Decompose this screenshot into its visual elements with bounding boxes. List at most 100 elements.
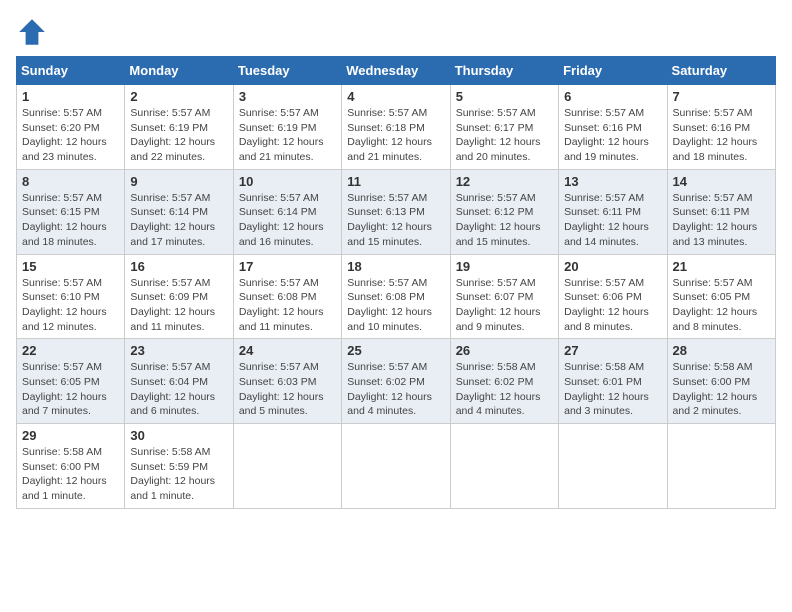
table-cell: 17 Sunrise: 5:57 AMSunset: 6:08 PMDayligh… xyxy=(233,254,341,339)
table-cell: 22Sunrise: 5:57 AMSunset: 6:05 PMDayligh… xyxy=(17,339,125,424)
day-number: 13 xyxy=(564,174,661,189)
table-cell xyxy=(559,424,667,509)
table-cell xyxy=(342,424,450,509)
day-info: Sunrise: 5:57 AMSunset: 6:19 PMDaylight:… xyxy=(239,106,336,165)
table-cell: 25 Sunrise: 5:57 AMSunset: 6:02 PMDayligh… xyxy=(342,339,450,424)
table-cell: 18 Sunrise: 5:57 AMSunset: 6:08 PMDayligh… xyxy=(342,254,450,339)
day-number: 1 xyxy=(22,89,119,104)
day-info: Sunrise: 5:57 AMSunset: 6:07 PMDaylight:… xyxy=(456,276,553,335)
table-cell: 6 Sunrise: 5:57 AMSunset: 6:16 PMDaylight… xyxy=(559,85,667,170)
day-info: Sunrise: 5:57 AMSunset: 6:02 PMDaylight:… xyxy=(347,360,444,419)
day-info: Sunrise: 5:57 AMSunset: 6:14 PMDaylight:… xyxy=(130,191,227,250)
table-cell: 20 Sunrise: 5:57 AMSunset: 6:06 PMDayligh… xyxy=(559,254,667,339)
day-info: Sunrise: 5:57 AMSunset: 6:20 PMDaylight:… xyxy=(22,106,119,165)
logo-icon xyxy=(16,16,48,48)
day-info: Sunrise: 5:57 AMSunset: 6:10 PMDaylight:… xyxy=(22,276,119,335)
day-number: 7 xyxy=(673,89,770,104)
day-number: 12 xyxy=(456,174,553,189)
col-saturday: Saturday xyxy=(667,57,775,85)
day-number: 27 xyxy=(564,343,661,358)
day-info: Sunrise: 5:57 AMSunset: 6:05 PMDaylight:… xyxy=(673,276,770,335)
day-number: 14 xyxy=(673,174,770,189)
table-cell: 10 Sunrise: 5:57 AMSunset: 6:14 PMDayligh… xyxy=(233,169,341,254)
day-info: Sunrise: 5:57 AMSunset: 6:14 PMDaylight:… xyxy=(239,191,336,250)
table-cell: 4 Sunrise: 5:57 AMSunset: 6:18 PMDaylight… xyxy=(342,85,450,170)
table-cell xyxy=(667,424,775,509)
table-cell: 16 Sunrise: 5:57 AMSunset: 6:09 PMDayligh… xyxy=(125,254,233,339)
table-cell: 23 Sunrise: 5:57 AMSunset: 6:04 PMDayligh… xyxy=(125,339,233,424)
day-number: 9 xyxy=(130,174,227,189)
day-number: 25 xyxy=(347,343,444,358)
table-cell: 14Sunrise: 5:57 AMSunset: 6:11 PMDayligh… xyxy=(667,169,775,254)
day-info: Sunrise: 5:58 AMSunset: 6:00 PMDaylight:… xyxy=(22,445,119,504)
table-cell: 3 Sunrise: 5:57 AMSunset: 6:19 PMDaylight… xyxy=(233,85,341,170)
table-cell: 21 Sunrise: 5:57 AMSunset: 6:05 PMDayligh… xyxy=(667,254,775,339)
day-info: Sunrise: 5:57 AMSunset: 6:11 PMDaylight:… xyxy=(564,191,661,250)
day-info: Sunrise: 5:57 AMSunset: 6:03 PMDaylight:… xyxy=(239,360,336,419)
day-number: 3 xyxy=(239,89,336,104)
table-cell: 27Sunrise: 5:58 AMSunset: 6:01 PMDayligh… xyxy=(559,339,667,424)
header xyxy=(16,16,776,48)
day-number: 29 xyxy=(22,428,119,443)
calendar-row: 1 Sunrise: 5:57 AMSunset: 6:20 PMDaylight… xyxy=(17,85,776,170)
table-cell: 5Sunrise: 5:57 AMSunset: 6:17 PMDaylight… xyxy=(450,85,558,170)
table-cell xyxy=(450,424,558,509)
day-info: Sunrise: 5:57 AMSunset: 6:16 PMDaylight:… xyxy=(564,106,661,165)
day-number: 15 xyxy=(22,259,119,274)
day-info: Sunrise: 5:57 AMSunset: 6:08 PMDaylight:… xyxy=(347,276,444,335)
day-info: Sunrise: 5:57 AMSunset: 6:09 PMDaylight:… xyxy=(130,276,227,335)
table-cell: 13 Sunrise: 5:57 AMSunset: 6:11 PMDayligh… xyxy=(559,169,667,254)
day-number: 24 xyxy=(239,343,336,358)
day-number: 20 xyxy=(564,259,661,274)
col-sunday: Sunday xyxy=(17,57,125,85)
day-number: 17 xyxy=(239,259,336,274)
table-cell: 9 Sunrise: 5:57 AMSunset: 6:14 PMDaylight… xyxy=(125,169,233,254)
table-cell: 24 Sunrise: 5:57 AMSunset: 6:03 PMDayligh… xyxy=(233,339,341,424)
day-info: Sunrise: 5:57 AMSunset: 6:13 PMDaylight:… xyxy=(347,191,444,250)
day-info: Sunrise: 5:57 AMSunset: 6:05 PMDaylight:… xyxy=(22,360,119,419)
day-number: 28 xyxy=(673,343,770,358)
table-cell: 11 Sunrise: 5:57 AMSunset: 6:13 PMDayligh… xyxy=(342,169,450,254)
day-number: 10 xyxy=(239,174,336,189)
day-info: Sunrise: 5:58 AMSunset: 5:59 PMDaylight:… xyxy=(130,445,227,504)
calendar-row: 8 Sunrise: 5:57 AMSunset: 6:15 PMDaylight… xyxy=(17,169,776,254)
logo xyxy=(16,16,52,48)
day-info: Sunrise: 5:57 AMSunset: 6:08 PMDaylight:… xyxy=(239,276,336,335)
calendar-row: 29 Sunrise: 5:58 AMSunset: 6:00 PMDayligh… xyxy=(17,424,776,509)
table-cell: 30 Sunrise: 5:58 AMSunset: 5:59 PMDayligh… xyxy=(125,424,233,509)
table-cell: 1 Sunrise: 5:57 AMSunset: 6:20 PMDaylight… xyxy=(17,85,125,170)
table-cell: 28Sunrise: 5:58 AMSunset: 6:00 PMDayligh… xyxy=(667,339,775,424)
day-info: Sunrise: 5:57 AMSunset: 6:16 PMDaylight:… xyxy=(673,106,770,165)
day-number: 6 xyxy=(564,89,661,104)
table-cell: 8 Sunrise: 5:57 AMSunset: 6:15 PMDaylight… xyxy=(17,169,125,254)
day-number: 4 xyxy=(347,89,444,104)
day-info: Sunrise: 5:57 AMSunset: 6:15 PMDaylight:… xyxy=(22,191,119,250)
day-number: 11 xyxy=(347,174,444,189)
col-friday: Friday xyxy=(559,57,667,85)
table-cell: 7 Sunrise: 5:57 AMSunset: 6:16 PMDaylight… xyxy=(667,85,775,170)
table-cell xyxy=(233,424,341,509)
day-number: 2 xyxy=(130,89,227,104)
col-tuesday: Tuesday xyxy=(233,57,341,85)
day-info: Sunrise: 5:57 AMSunset: 6:06 PMDaylight:… xyxy=(564,276,661,335)
day-number: 16 xyxy=(130,259,227,274)
day-number: 23 xyxy=(130,343,227,358)
day-number: 18 xyxy=(347,259,444,274)
day-number: 21 xyxy=(673,259,770,274)
day-info: Sunrise: 5:57 AMSunset: 6:18 PMDaylight:… xyxy=(347,106,444,165)
day-info: Sunrise: 5:57 AMSunset: 6:12 PMDaylight:… xyxy=(456,191,553,250)
day-info: Sunrise: 5:57 AMSunset: 6:04 PMDaylight:… xyxy=(130,360,227,419)
day-info: Sunrise: 5:57 AMSunset: 6:19 PMDaylight:… xyxy=(130,106,227,165)
day-number: 8 xyxy=(22,174,119,189)
day-number: 5 xyxy=(456,89,553,104)
table-cell: 15 Sunrise: 5:57 AMSunset: 6:10 PMDayligh… xyxy=(17,254,125,339)
day-number: 26 xyxy=(456,343,553,358)
col-thursday: Thursday xyxy=(450,57,558,85)
col-monday: Monday xyxy=(125,57,233,85)
table-cell: 2 Sunrise: 5:57 AMSunset: 6:19 PMDaylight… xyxy=(125,85,233,170)
day-number: 30 xyxy=(130,428,227,443)
header-row: Sunday Monday Tuesday Wednesday Thursday… xyxy=(17,57,776,85)
day-info: Sunrise: 5:58 AMSunset: 6:02 PMDaylight:… xyxy=(456,360,553,419)
table-cell: 12 Sunrise: 5:57 AMSunset: 6:12 PMDayligh… xyxy=(450,169,558,254)
table-cell: 26 Sunrise: 5:58 AMSunset: 6:02 PMDayligh… xyxy=(450,339,558,424)
